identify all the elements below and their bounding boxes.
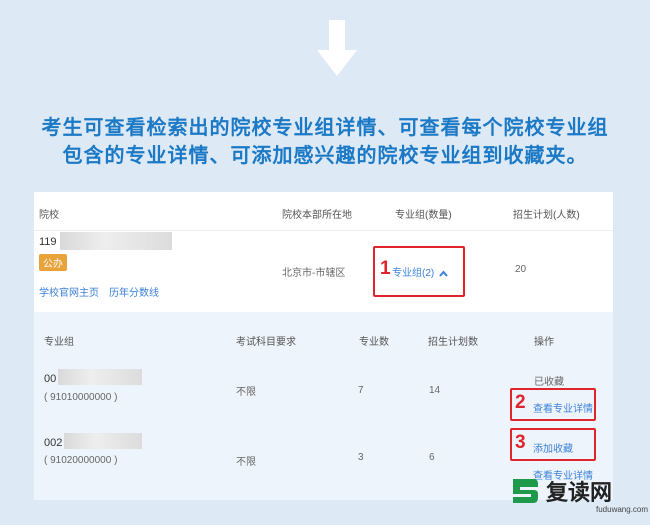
header-subjects: 考试科目要求: [236, 337, 296, 348]
header-majors: 专业数: [359, 337, 389, 348]
header-group: 专业组: [44, 337, 74, 348]
watermark-logo: 复读网 fuduwang.com: [510, 475, 650, 525]
results-card: 院校 院校本部所在地 专业组(数量) 招生计划(人数) 119 公办 学校官网主…: [34, 192, 613, 500]
school-homepage-link[interactable]: 学校官网主页: [39, 284, 99, 299]
headline: 考生可查看检索出的院校专业组详情、可查看每个院校专业组 包含的专业详情、可添加感…: [20, 114, 630, 170]
group-id: ( 91020000000 ): [44, 455, 118, 466]
major-group-panel: 专业组 考试科目要求 专业数 招生计划数 操作 00 ( 91010000000…: [34, 312, 613, 500]
groups-toggle[interactable]: 专业组(2): [392, 264, 448, 279]
group-name-blurred: [64, 433, 142, 449]
annotation-number-2: 2: [515, 392, 526, 413]
header-divider: [34, 230, 613, 231]
watermark-name: 复读网: [546, 480, 613, 505]
group-name-blurred: [58, 369, 142, 385]
watermark-url: fuduwang.com: [596, 505, 649, 514]
chevron-up-icon: [439, 270, 448, 277]
annotation-number-1: 1: [380, 258, 391, 279]
header-ops: 操作: [534, 337, 554, 348]
headline-line-1: 考生可查看检索出的院校专业组详情、可查看每个院校专业组: [41, 117, 609, 139]
headline-line-2: 包含的专业详情、可添加感兴趣的院校专业组到收藏夹。: [62, 145, 588, 167]
group-id: ( 91010000000 ): [44, 392, 118, 403]
group-code: 002: [44, 437, 63, 449]
header-group-plan: 招生计划数: [428, 337, 478, 348]
group-subjects: 不限: [236, 457, 256, 468]
header-location: 院校本部所在地: [282, 210, 352, 221]
group-plan: 14: [429, 385, 441, 396]
school-plan: 20: [515, 264, 527, 275]
add-favorite-link[interactable]: 添加收藏: [533, 440, 573, 455]
annotation-number-3: 3: [515, 432, 526, 453]
header-plan: 招生计划(人数): [513, 210, 580, 221]
historical-scores-link[interactable]: 历年分数线: [109, 284, 159, 299]
logo-mark-icon: [513, 479, 538, 503]
header-school: 院校: [39, 210, 59, 221]
school-location: 北京市-市辖区: [282, 268, 346, 279]
group-code: 00: [44, 373, 57, 385]
favorited-status: 已收藏: [534, 377, 564, 388]
view-major-details-link[interactable]: 查看专业详情: [533, 400, 593, 415]
down-arrow-icon: [317, 20, 357, 76]
school-type-badge: 公办: [39, 254, 67, 271]
groups-toggle-label: 专业组(2): [392, 268, 435, 279]
group-majors: 7: [358, 385, 364, 396]
group-plan: 6: [429, 452, 435, 463]
header-groups: 专业组(数量): [395, 210, 452, 221]
school-name-blurred: [60, 232, 172, 250]
group-subjects: 不限: [236, 387, 256, 398]
school-code: 119: [39, 236, 57, 248]
group-majors: 3: [358, 452, 364, 463]
